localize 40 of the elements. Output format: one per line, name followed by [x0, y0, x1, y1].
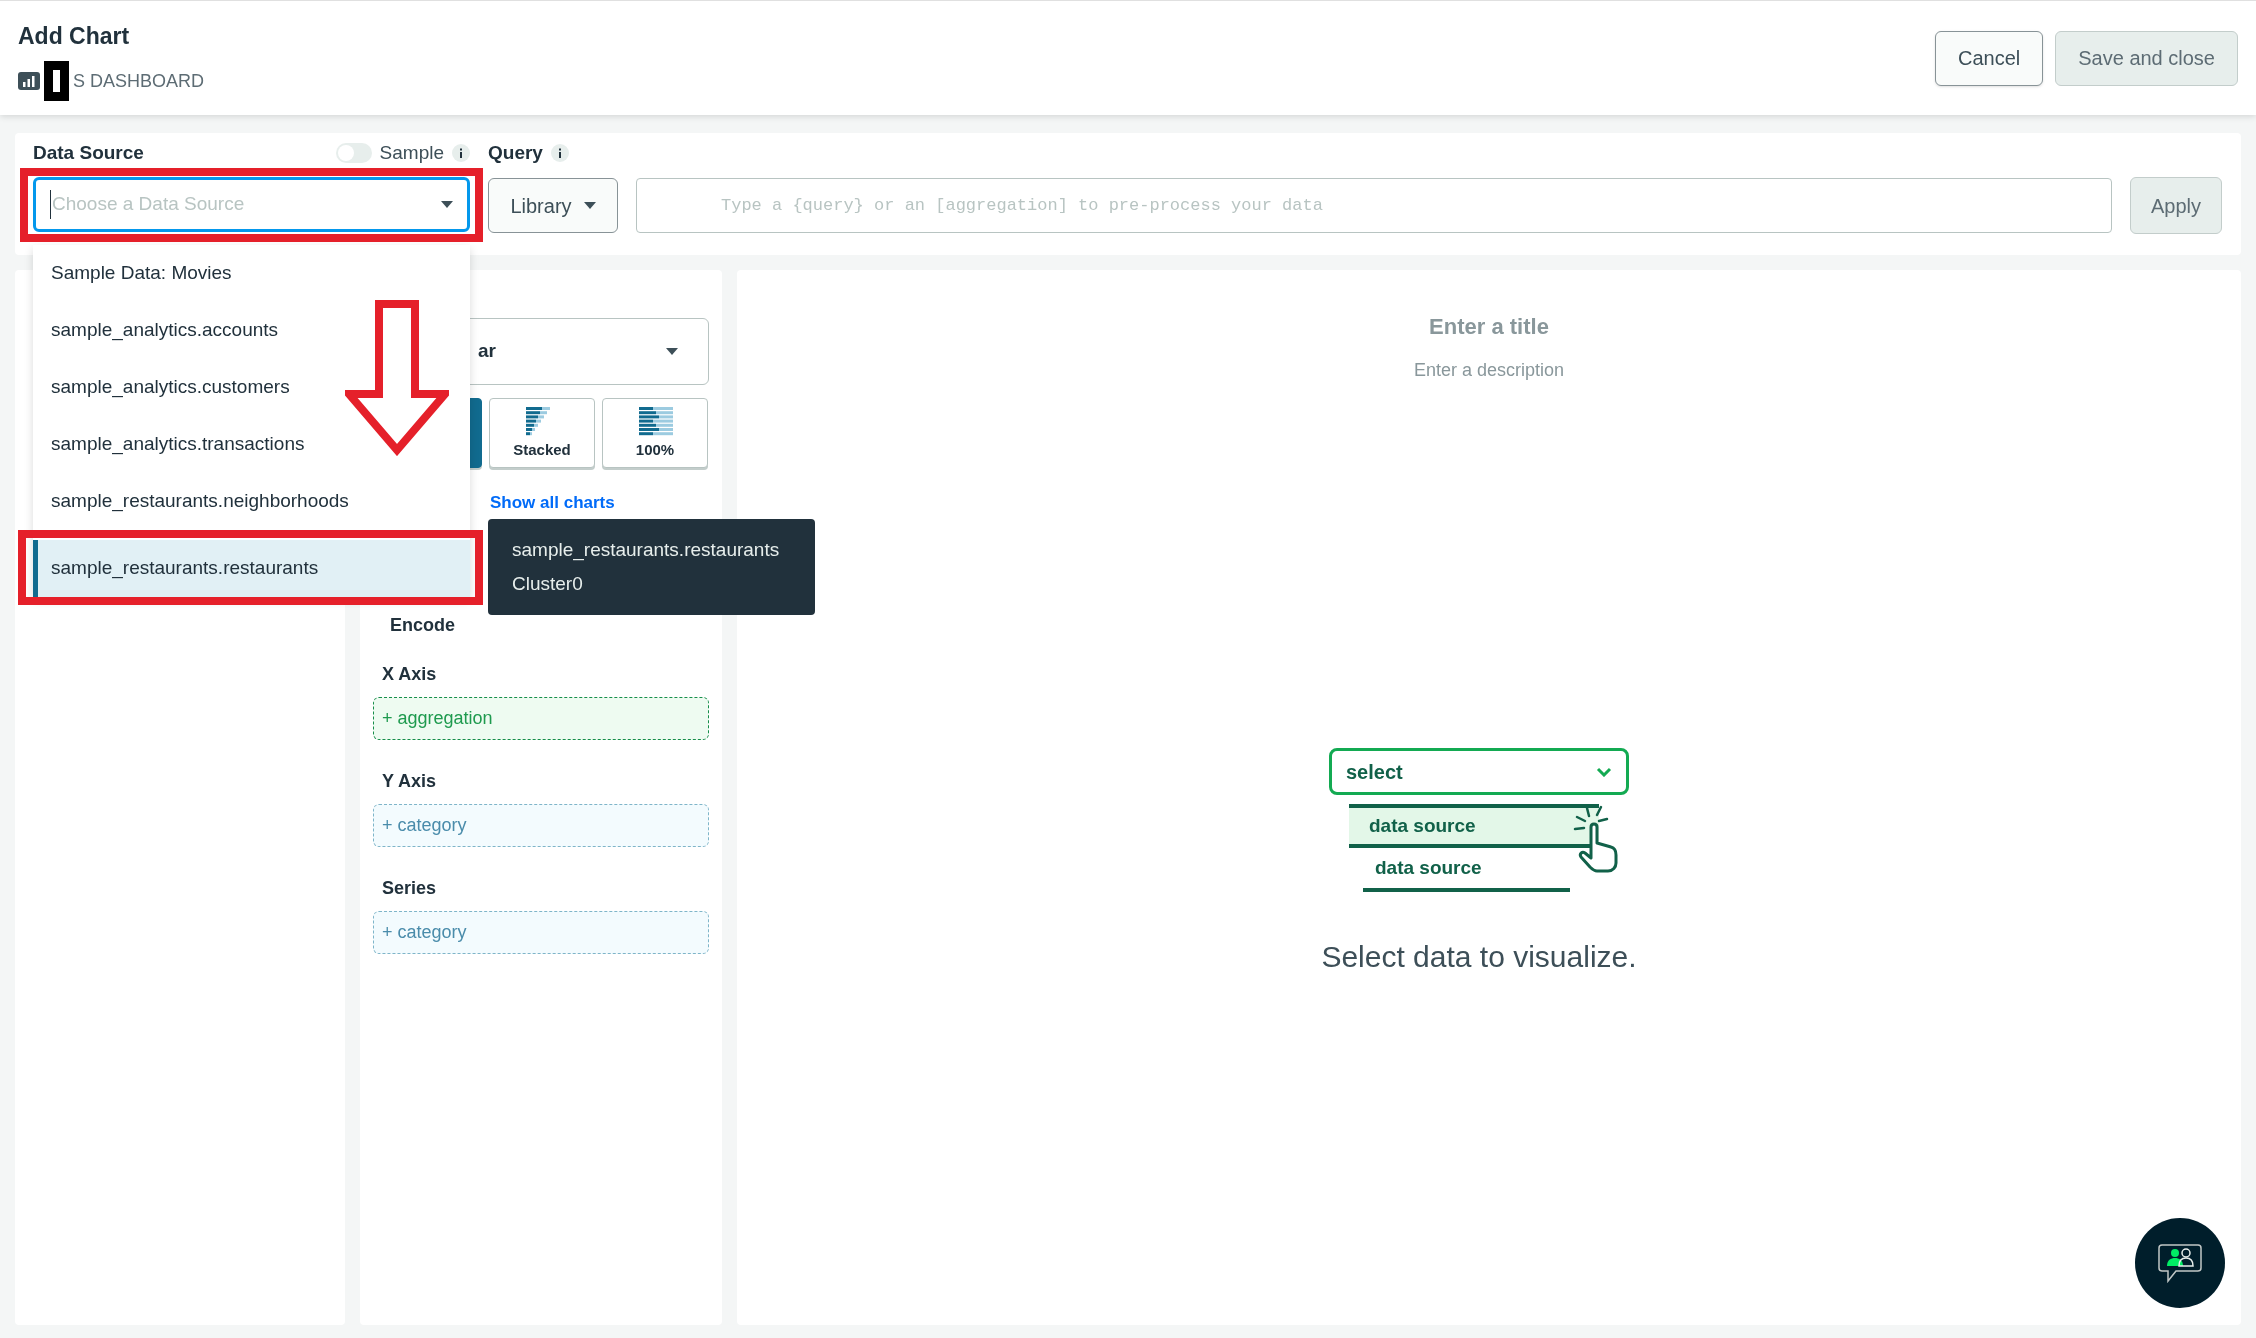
menu-option[interactable]: sample_restaurants.restaurants: [33, 540, 470, 597]
chart-type-value: ar: [478, 339, 496, 364]
dashboard-name: S DASHBOARD: [73, 69, 205, 93]
menu-option[interactable]: sample_analytics.transactions: [33, 416, 470, 473]
query-placeholder: Type a {query} or an [aggregation] to pre-process your data: [721, 194, 1323, 217]
apply-button[interactable]: Apply: [2130, 177, 2222, 234]
caret-icon: [666, 347, 678, 356]
select-illustration: select: [1329, 748, 1629, 795]
drop-zone[interactable]: + category: [373, 910, 709, 954]
menu-option[interactable]: Sample Data: Movies: [33, 245, 470, 302]
chevron-down-icon: [1596, 766, 1612, 777]
channel-label: Series: [381, 876, 438, 900]
page-title: Add Chart: [18, 21, 131, 51]
channel-label: X Axis: [381, 662, 438, 686]
caret-icon: [583, 201, 596, 210]
sample-label: Sample: [379, 140, 444, 165]
menu-option[interactable]: sample_restaurants.neighborhoods: [33, 473, 470, 530]
select-placeholder: Choose a Data Source: [50, 190, 245, 219]
down-arrow-icon: [345, 300, 449, 456]
sample-toggle[interactable]: [335, 143, 372, 163]
tooltip-text: sample_restaurants.restaurants: [512, 537, 781, 563]
info-icon[interactable]: [452, 144, 470, 162]
chart-variant-tile[interactable]: 100%: [602, 398, 708, 468]
data-source-label: Data Source: [33, 140, 144, 165]
empty-state-message: Select data to visualize.: [1321, 939, 1637, 975]
bar-chart-icon: [637, 404, 673, 437]
chart-variant-tile[interactable]: Stacked: [489, 398, 595, 468]
redaction-mark: [44, 61, 69, 102]
tooltip-text: Cluster0: [512, 572, 584, 596]
library-button[interactable]: Library: [488, 178, 618, 233]
encode-label: Encode: [389, 613, 456, 637]
drop-zone[interactable]: + category: [373, 803, 709, 847]
channel-label: Y Axis: [381, 769, 438, 793]
option-illustration: data source: [1363, 848, 1570, 892]
option-illustration: data source: [1349, 804, 1599, 848]
query-label: Query: [488, 140, 543, 165]
header-button[interactable]: Cancel: [1934, 30, 2044, 86]
bar-chart-icon: [18, 72, 40, 91]
info-icon[interactable]: [550, 144, 569, 162]
caret-icon: [441, 200, 453, 209]
